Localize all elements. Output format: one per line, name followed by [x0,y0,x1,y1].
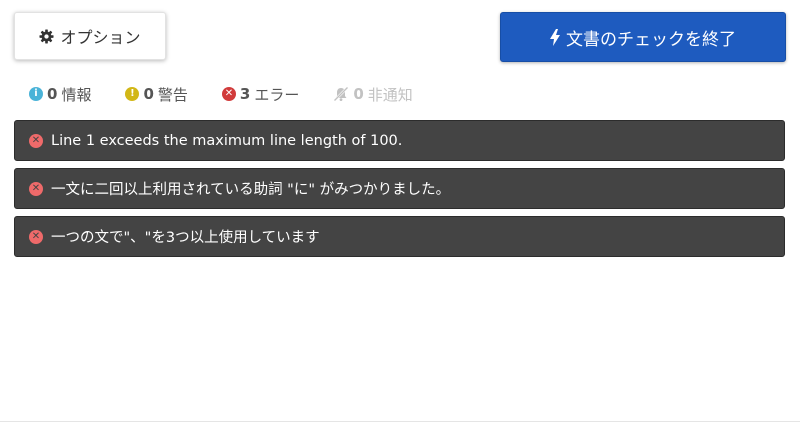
finish-check-button[interactable]: 文書のチェックを終了 [500,12,786,62]
filter-hidden[interactable]: 0 非通知 [333,84,413,105]
warning-icon: ! [125,87,140,101]
hidden-label: 非通知 [367,85,413,104]
message-text: 一つの文で"、"を3つ以上使用しています [51,230,320,246]
bell-off-icon [333,86,349,102]
error-label: エラー [254,85,300,104]
message-item[interactable]: ✕ 一つの文で"、"を3つ以上使用しています [14,216,785,257]
message-item[interactable]: ✕ 一文に二回以上利用されている助詞 "に" がみつかりました。 [14,168,785,209]
info-label: 情報 [61,85,92,104]
filter-info[interactable]: i 0 情報 [29,84,91,105]
error-icon: ✕ [29,133,43,148]
error-icon: ✕ [29,181,43,196]
toolbar: オプション 文書のチェックを終了 [0,0,800,70]
finish-check-label: 文書のチェックを終了 [566,29,736,50]
message-item[interactable]: ✕ Line 1 exceeds the maximum line length… [14,120,785,161]
message-text: Line 1 exceeds the maximum line length o… [51,132,403,149]
options-button[interactable]: オプション [14,12,166,60]
error-count: 3 [239,85,251,103]
options-label: オプション [60,28,141,47]
filter-warning[interactable]: ! 0 警告 [125,84,188,105]
message-text: 一文に二回以上利用されている助詞 "に" がみつかりました。 [51,182,451,198]
warning-count: 0 [143,85,154,103]
error-icon: ✕ [29,229,43,244]
message-list: ✕ Line 1 exceeds the maximum line length… [14,120,785,264]
severity-filters: i 0 情報 ! 0 警告 ✕ 3 エラー 0 非通知 [29,82,447,106]
filter-error[interactable]: ✕ 3 エラー [221,84,300,105]
error-icon: ✕ [221,87,236,101]
gear-icon [39,28,55,44]
info-icon: i [29,87,43,101]
hidden-count: 0 [353,85,364,103]
info-count: 0 [47,85,58,103]
warning-label: 警告 [157,85,188,104]
bolt-icon [550,28,560,46]
divider [0,421,800,422]
